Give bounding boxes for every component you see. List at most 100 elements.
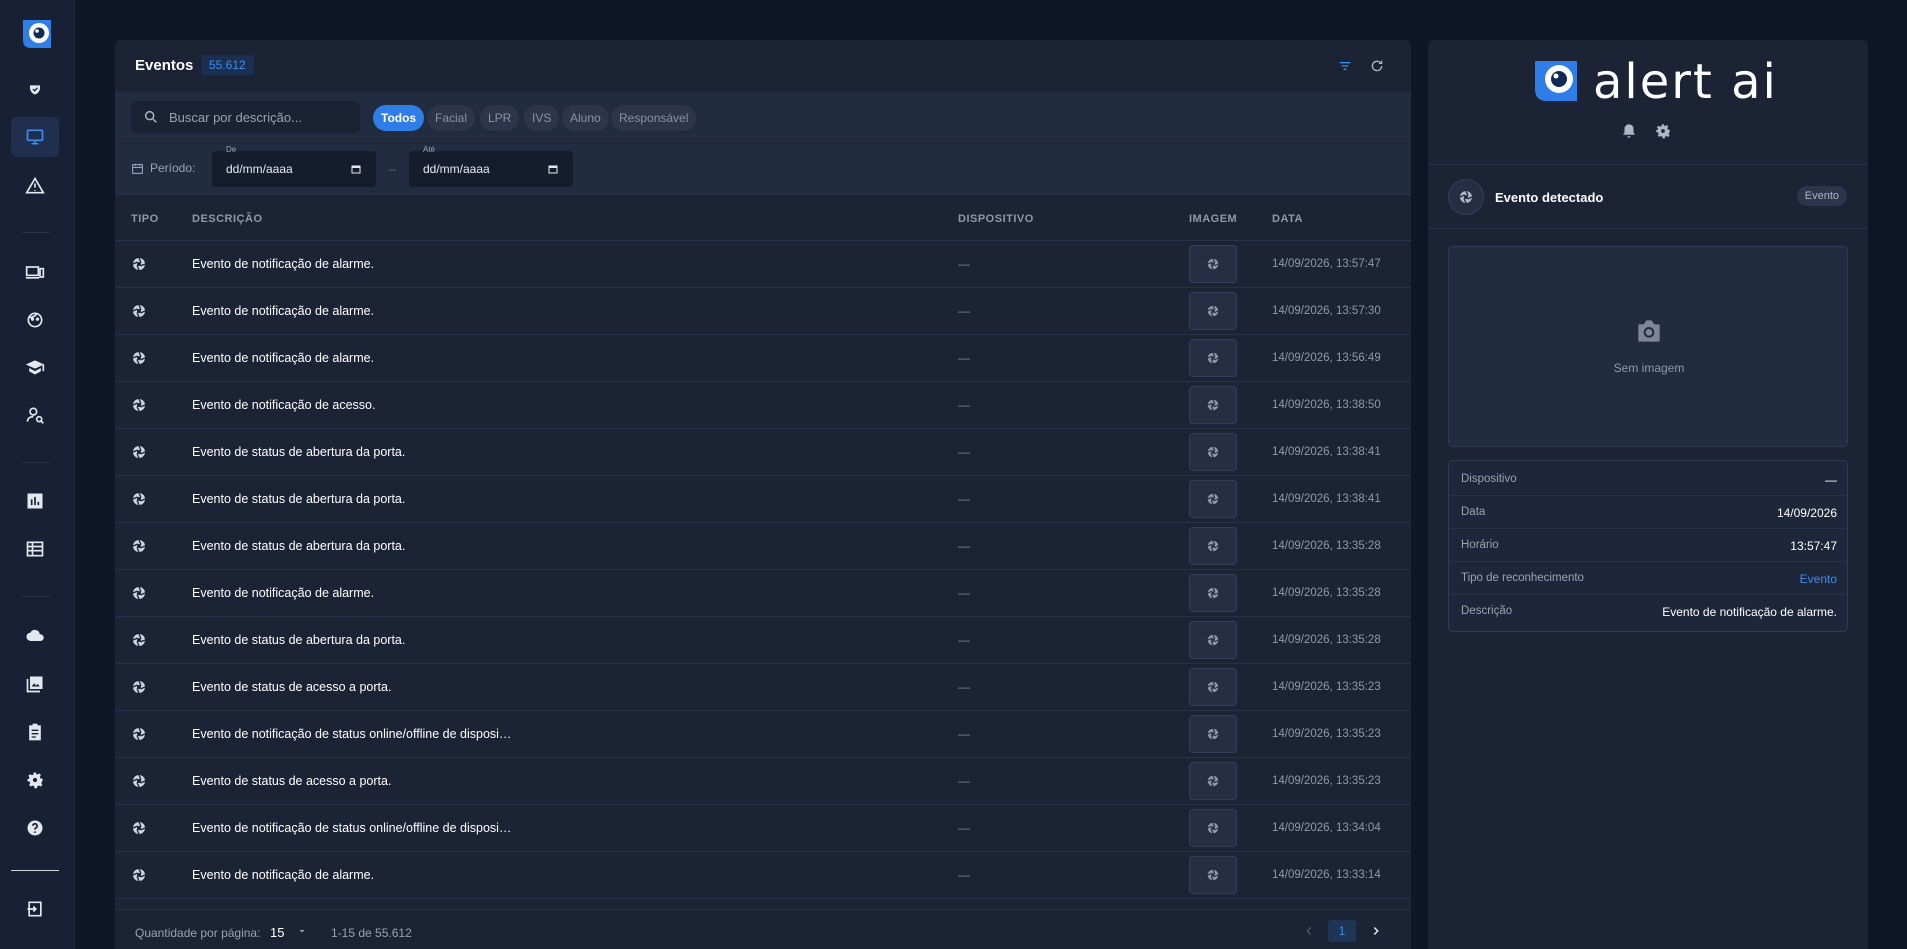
face-icon[interactable] <box>11 300 59 340</box>
chevron-right-icon[interactable] <box>1369 924 1383 938</box>
table-row[interactable]: Evento de notificação de alarme. — 14/09/2… <box>115 852 1411 899</box>
event-image-button[interactable] <box>1189 527 1237 565</box>
filter-chip-aluno[interactable]: Aluno <box>562 105 609 131</box>
event-type-icon <box>131 773 147 789</box>
page-size-select[interactable]: 15 <box>270 925 284 940</box>
event-description: Evento de status de abertura da porta. <box>192 539 406 553</box>
no-image-text: Sem imagem <box>1613 361 1685 375</box>
cloud-icon[interactable] <box>11 616 59 656</box>
table-row[interactable]: Evento de notificação de alarme. — 14/09/2… <box>115 335 1411 382</box>
event-date: 14/09/2026, 13:35:28 <box>1272 587 1381 599</box>
events-header: Eventos 55.612 <box>115 40 1411 92</box>
calendar-icon[interactable] <box>547 163 559 175</box>
app-logo[interactable] <box>21 18 53 50</box>
filter-icon[interactable] <box>1335 56 1355 76</box>
school-icon[interactable] <box>11 347 59 387</box>
table-row[interactable]: Evento de notificação de alarme. — 14/09/2… <box>115 241 1411 288</box>
monitor-icon[interactable] <box>11 117 59 157</box>
period-filter: Período: De dd/mm/aaaa – Até dd/mm/aaaa <box>115 143 1411 195</box>
filter-chip-responsavel[interactable]: Responsável <box>611 105 697 131</box>
column-header-data[interactable]: DATA <box>1272 213 1303 225</box>
event-type-avatar <box>1448 179 1484 215</box>
event-image-button[interactable] <box>1189 809 1237 847</box>
event-date: 14/09/2026, 13:35:28 <box>1272 634 1381 646</box>
gallery-icon[interactable] <box>11 664 59 704</box>
column-header-imagem[interactable]: IMAGEM <box>1189 213 1237 225</box>
table-row[interactable]: Evento de notificação de alarme. — 14/09/2… <box>115 288 1411 335</box>
event-device: — <box>958 586 970 600</box>
table-row[interactable]: Evento de notificação de status online/o… <box>115 805 1411 852</box>
brand-header: alert ai <box>1428 40 1868 165</box>
event-description: Evento de notificação de alarme. <box>192 351 375 365</box>
event-image-button[interactable] <box>1189 339 1237 377</box>
event-detail-header: Evento detectado Evento <box>1428 165 1868 229</box>
calendar-icon <box>132 163 143 174</box>
sidebar-divider <box>22 596 50 597</box>
search-icon <box>144 110 157 123</box>
table-row[interactable]: Evento de status de acesso a porta. — 14/0… <box>115 758 1411 805</box>
bell-icon[interactable] <box>1620 122 1638 140</box>
event-device: — <box>958 680 970 694</box>
event-date: 14/09/2026, 13:35:23 <box>1272 775 1381 787</box>
event-date: 14/09/2026, 13:56:49 <box>1272 352 1381 364</box>
filter-chip-todos[interactable]: Todos <box>373 105 425 131</box>
event-image-button[interactable] <box>1189 621 1237 659</box>
help-icon[interactable] <box>11 808 59 848</box>
event-image-button[interactable] <box>1189 668 1237 706</box>
date-to-field[interactable]: Até dd/mm/aaaa <box>409 145 573 187</box>
info-row: Dispositivo — <box>1449 463 1847 496</box>
warning-icon[interactable] <box>11 166 59 206</box>
table-row[interactable]: Evento de status de acesso a porta. — 14/0… <box>115 664 1411 711</box>
page-range: 1-15 de 55.612 <box>331 926 412 940</box>
table-row[interactable]: Evento de notificação de alarme. — 14/09/2… <box>115 570 1411 617</box>
table-row[interactable]: Evento de status de abertura da porta. — 1… <box>115 523 1411 570</box>
event-date: 14/09/2026, 13:33:14 <box>1272 869 1381 881</box>
event-type-badge: Evento <box>1796 186 1847 206</box>
filter-chip-facial[interactable]: Facial <box>427 105 476 131</box>
date-from-field[interactable]: De dd/mm/aaaa <box>212 145 376 187</box>
event-image-button[interactable] <box>1189 574 1237 612</box>
bar-chart-icon[interactable] <box>11 481 59 521</box>
event-image-button[interactable] <box>1189 715 1237 753</box>
event-image-button[interactable] <box>1189 292 1237 330</box>
table-icon[interactable] <box>11 529 59 569</box>
event-image-button[interactable] <box>1189 856 1237 894</box>
page-number-button[interactable]: 1 <box>1328 920 1356 942</box>
event-type-icon <box>131 585 147 601</box>
search-input[interactable] <box>169 101 354 133</box>
info-key: Tipo de reconhecimento <box>1461 572 1584 584</box>
filter-chip-ivs[interactable]: IVS <box>524 105 560 131</box>
event-description: Evento de status de acesso a porta. <box>192 774 392 788</box>
filter-chip-lpr[interactable]: LPR <box>480 105 520 131</box>
chevron-left-icon[interactable] <box>1302 924 1316 938</box>
table-row[interactable]: Evento de notificação de status online/o… <box>115 711 1411 758</box>
search-box[interactable] <box>131 101 360 133</box>
refresh-icon[interactable] <box>1367 56 1387 76</box>
chevron-down-icon[interactable] <box>296 925 308 937</box>
shield-check-icon[interactable] <box>11 72 59 112</box>
clipboard-icon[interactable] <box>11 712 59 752</box>
event-image-button[interactable] <box>1189 762 1237 800</box>
event-date: 14/09/2026, 13:38:41 <box>1272 493 1381 505</box>
gear-icon[interactable] <box>11 760 59 800</box>
person-search-icon[interactable] <box>11 395 59 435</box>
logout-icon[interactable] <box>11 889 59 929</box>
filter-bar: Todos Facial LPR IVS Aluno Responsável <box>115 92 1411 142</box>
event-type-icon <box>131 820 147 836</box>
event-image-button[interactable] <box>1189 480 1237 518</box>
table-row[interactable]: Evento de notificação de acesso. — 14/09/2… <box>115 382 1411 429</box>
gear-icon[interactable] <box>1654 122 1672 140</box>
event-image-button[interactable] <box>1189 386 1237 424</box>
table-row[interactable]: Evento de status de abertura da porta. — 1… <box>115 476 1411 523</box>
event-image-button[interactable] <box>1189 245 1237 283</box>
column-header-descricao[interactable]: DESCRIÇÃO <box>192 213 263 225</box>
devices-icon[interactable] <box>11 252 59 292</box>
table-row[interactable]: Evento de status de abertura da porta. — 1… <box>115 429 1411 476</box>
calendar-icon[interactable] <box>350 163 362 175</box>
event-image-button[interactable] <box>1189 433 1237 471</box>
column-header-dispositivo[interactable]: DISPOSITIVO <box>958 213 1034 225</box>
column-header-tipo[interactable]: TIPO <box>131 213 159 225</box>
event-date: 14/09/2026, 13:35:23 <box>1272 728 1381 740</box>
table-row[interactable]: Evento de status de abertura da porta. — 1… <box>115 617 1411 664</box>
brand-name: alert ai <box>1593 54 1778 110</box>
